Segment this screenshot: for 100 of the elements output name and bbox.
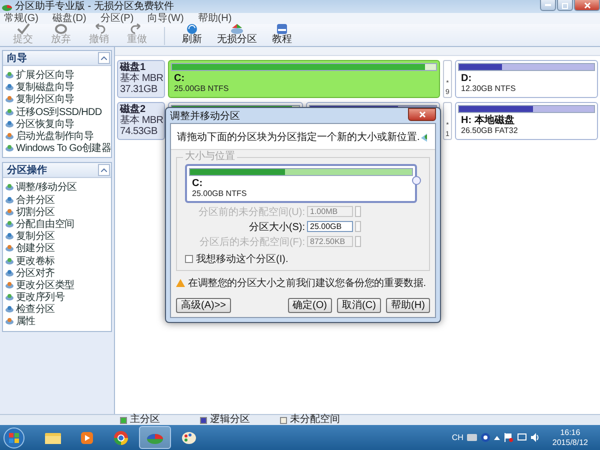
field-label: 分区后的未分配空间(F): — [199, 236, 305, 248]
disk-size: 74.53GB — [120, 126, 158, 137]
browser-icon — [113, 430, 129, 446]
sidebar-item[interactable]: 调整/移动分区 — [16, 180, 77, 194]
disk-icon — [5, 183, 14, 192]
close-button[interactable] — [574, 0, 600, 11]
sidebar-item[interactable]: 复制磁盘向导 — [16, 80, 74, 94]
sidebar-item[interactable]: 属性 — [16, 314, 36, 328]
disk-size: 37.31GB — [120, 84, 158, 95]
sidebar-item[interactable]: 分配自由空间 — [16, 216, 74, 231]
sidebar-item[interactable]: 扩展分区向导 — [16, 68, 74, 82]
menu-item[interactable]: 常规(G) — [4, 13, 38, 24]
field-label: 分区大小(S): — [248, 220, 305, 234]
disk-name: 磁盘2 — [120, 104, 147, 115]
disk-icon — [5, 232, 14, 240]
sidebar-item[interactable]: 迁移OS到SSD/HDD — [16, 104, 102, 119]
folder-icon — [44, 430, 62, 444]
keyboard-icon[interactable] — [467, 434, 478, 441]
collapse-button[interactable] — [98, 164, 110, 176]
sidebar-item[interactable]: 创建分区 — [16, 241, 55, 256]
partition-label: H: 本地磁盘 — [460, 115, 516, 126]
close-icon — [418, 111, 426, 118]
taskbar-app[interactable] — [139, 426, 171, 449]
disk-icon — [5, 293, 14, 302]
toolbar-button[interactable]: 无损分区 — [213, 23, 261, 45]
dialog-button[interactable]: 确定(O) — [288, 298, 332, 313]
disk-icon — [5, 108, 14, 116]
minimize-icon — [545, 4, 551, 6]
disk-icon — [5, 144, 14, 152]
sidebar-item[interactable]: 更改分区类型 — [16, 278, 74, 292]
disk-icon — [5, 317, 14, 326]
dialog-instruction: 请拖动下面的分区块为分区指定一个新的大小或新位置. — [177, 130, 420, 144]
close-button[interactable] — [408, 108, 436, 121]
toolbar-button[interactable]: 教程 — [265, 23, 299, 45]
refresh-icon — [185, 23, 199, 35]
network-icon[interactable] — [517, 433, 528, 442]
disk-icon — [5, 208, 14, 216]
dialog-button[interactable]: 取消(C) — [337, 298, 381, 313]
toolbar-button[interactable]: 刷新 — [175, 23, 209, 45]
menu-item[interactable]: 向导(W) — [148, 13, 184, 24]
flag-icon[interactable] — [504, 433, 514, 442]
sidebar-item[interactable]: 启动光盘制作向导 — [16, 129, 94, 144]
partition-label: C: — [191, 178, 204, 189]
partition-detail: 26.50GB FAT32 — [460, 126, 519, 136]
sidebar-item[interactable]: 更改卷标 — [16, 254, 55, 268]
minimize-button[interactable] — [540, 0, 556, 11]
menu-item[interactable]: 分区(P) — [100, 13, 134, 24]
partition-block[interactable]: C: 25.00GB NTFS — [168, 60, 440, 98]
help-icon[interactable] — [481, 433, 490, 442]
sidebar-item[interactable]: 分区恢复向导 — [16, 116, 74, 131]
warning-icon — [176, 279, 185, 287]
disk-icon — [5, 132, 14, 140]
sidebar-item[interactable]: 检查分区 — [16, 302, 55, 316]
clock-time: 16:16 — [560, 428, 580, 438]
dialog-title: 调整并移动分区 — [170, 110, 240, 122]
legend-label: 主分区 — [130, 415, 160, 425]
dialog-button[interactable]: 帮助(H) — [386, 298, 430, 313]
input-field[interactable]: 25.00GB — [307, 221, 353, 232]
menu-item[interactable]: 磁盘(D) — [52, 13, 86, 24]
sidebar-item[interactable]: 复制分区 — [16, 229, 55, 244]
disk-icon — [5, 220, 14, 228]
show-hidden-icon[interactable] — [494, 436, 500, 440]
restore-button[interactable] — [557, 0, 573, 11]
partition-label: D: — [460, 73, 473, 84]
collapse-button[interactable] — [98, 52, 110, 64]
menu-item[interactable]: 帮助(H) — [198, 13, 232, 24]
disk-icon — [5, 83, 14, 92]
disk-name: 磁盘1 — [120, 62, 147, 73]
disk-icon — [5, 280, 14, 289]
sidebar-item[interactable]: 分区对齐 — [16, 266, 55, 280]
resize-handle[interactable] — [412, 176, 421, 185]
warning-text: 在调整您的分区大小之前我们建议您备份您的重要数据. — [188, 276, 426, 290]
disk-icon — [5, 196, 14, 204]
dialog-button[interactable]: 高级(A)>> — [176, 298, 232, 313]
app-logo-icon — [2, 2, 12, 10]
caret-up-icon — [101, 56, 107, 60]
disk-card[interactable]: 磁盘1 基本 MBR 37.31GB — [117, 60, 165, 98]
volume-icon[interactable] — [531, 433, 540, 442]
sidebar-item[interactable]: Windows To Go创建器 — [16, 141, 111, 156]
partition-block[interactable]: D: 12.30GB NTFS — [455, 60, 598, 98]
partition-block[interactable]: H: 本地磁盘 26.50GB FAT32 — [455, 102, 598, 140]
palette-icon — [181, 430, 197, 444]
field-label: 分区前的未分配空间(U): — [198, 206, 305, 218]
sidebar-item[interactable]: 复制分区向导 — [16, 92, 74, 106]
play-icon — [80, 430, 94, 444]
sidebar-item[interactable]: 更改序列号 — [16, 290, 65, 304]
disk-icon — [5, 244, 14, 252]
sidebar-item[interactable]: 合并分区 — [16, 192, 55, 207]
checkbox[interactable] — [185, 255, 193, 263]
disk-icon — [5, 305, 14, 314]
disk-card[interactable]: 磁盘2 基本 MBR 74.53GB — [117, 102, 165, 140]
disk-icon — [5, 256, 14, 265]
disk-icon — [5, 71, 14, 80]
disk-icon — [5, 120, 14, 128]
disk-type: 基本 MBR — [120, 73, 162, 84]
start-button[interactable] — [3, 426, 25, 448]
ime-indicator[interactable]: CH — [452, 433, 464, 442]
panel-title: 向导 — [7, 52, 27, 65]
sidebar-item[interactable]: 切割分区 — [16, 204, 55, 219]
window-title: 分区助手专业版 - 无损分区免费软件 — [15, 0, 174, 12]
